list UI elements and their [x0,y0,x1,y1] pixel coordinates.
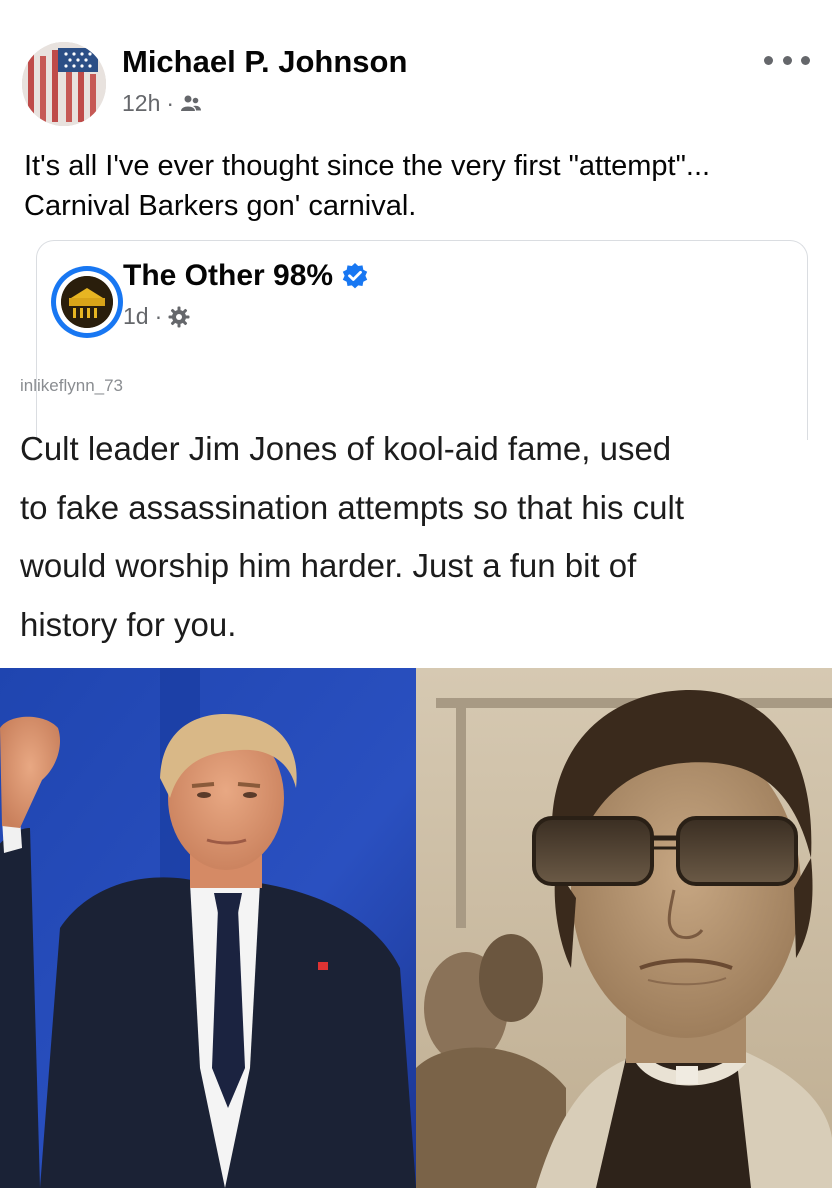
author-name[interactable]: Michael P. Johnson [122,44,407,80]
meta-separator: · [154,303,163,329]
flag-avatar-image [22,42,106,126]
page-name-row: The Other 98% [123,259,369,293]
quote-line: Cult leader Jim Jones of kool-aid fame, … [20,430,672,467]
meme-username: inlikeflynn_73 [20,376,124,395]
author-avatar[interactable] [22,42,106,126]
quote-line: would worship him harder. Just a fun bit… [20,547,637,584]
post-header: Michael P. Johnson 12h · [0,0,832,140]
post-text-line: It's all I've ever thought since the ver… [24,150,711,182]
page-name[interactable]: The Other 98% [123,259,333,293]
shared-post-card[interactable]: The Other 98% 1d · [36,240,808,440]
quote-line: to fake assassination attempts so that h… [20,488,685,526]
meta-separator: · [166,90,175,116]
verified-badge-icon [341,262,369,290]
post-time[interactable]: 12h [122,90,160,117]
friends-icon [180,94,202,114]
post-meta: 12h · [122,90,202,117]
page-logo-icon [61,276,113,328]
page-avatar[interactable] [51,266,123,338]
shared-time[interactable]: 1d [123,303,149,330]
post-text-line: Carnival Barkers gon' carnival. [24,190,417,222]
photo-left[interactable] [0,668,416,1188]
photo-right[interactable] [416,668,832,1188]
quote-line: history for you. [20,605,237,643]
more-options-icon[interactable] [764,50,810,70]
shared-meta: 1d · [123,303,190,330]
meme-quote: Cult leader Jim Jones of kool-aid fame, … [20,420,820,654]
gear-icon [168,306,190,328]
post-text: It's all I've ever thought since the ver… [24,146,814,226]
